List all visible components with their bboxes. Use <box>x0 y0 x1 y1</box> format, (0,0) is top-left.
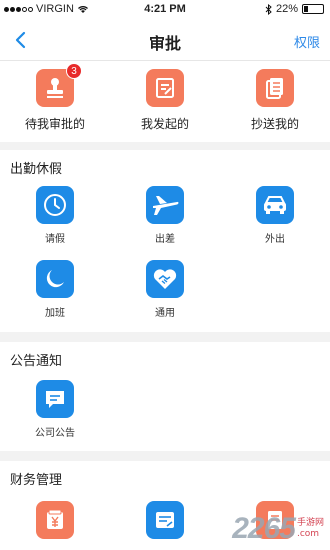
initiated-by-me-label: 我发起的 <box>140 117 189 131</box>
yuan-icon <box>47 509 63 529</box>
watermark-sub-line2: .com <box>296 529 320 539</box>
battery-percent: 22% <box>275 3 298 15</box>
go-out-label: 外出 <box>265 234 285 245</box>
document-icon <box>156 512 174 528</box>
finance-item-reimbursement[interactable] <box>15 501 95 539</box>
notice-section: 公告通知 公司公告 <box>0 342 330 451</box>
watermark-sub-line1: 手游网 <box>296 518 324 528</box>
status-bar: VIRGIN 4:21 PM 22% <box>0 0 330 20</box>
cc-to-me-item[interactable]: 抄送我的 <box>235 69 315 132</box>
cc-to-me-label: 抄送我的 <box>250 117 299 131</box>
leave-request-label: 请假 <box>45 234 65 245</box>
airplane-icon <box>153 196 179 215</box>
business-trip-item[interactable]: 出差 <box>125 186 205 245</box>
edit-document-icon <box>156 78 174 98</box>
pending-approval-item[interactable]: 3 待我审批的 <box>15 63 95 132</box>
section-title: 公告通知 <box>10 354 63 369</box>
stamp-icon <box>47 78 63 98</box>
navigation-bar: 审批 权限 <box>0 20 330 60</box>
initiated-by-me-item[interactable]: 我发起的 <box>125 69 205 132</box>
handshake-icon <box>153 269 177 289</box>
business-trip-label: 出差 <box>155 234 175 245</box>
general-item[interactable]: 通用 <box>125 260 205 319</box>
site-watermark: 2265 手游网 .com <box>232 512 324 546</box>
approval-shortcuts: 3 待我审批的 我发起的 抄送我的 <box>0 60 330 142</box>
overtime-label: 加班 <box>45 308 65 319</box>
car-icon <box>264 196 286 214</box>
copy-document-icon <box>266 78 283 99</box>
section-title: 财务管理 <box>10 473 63 488</box>
finance-item-document[interactable] <box>125 501 205 539</box>
leave-request-item[interactable]: 请假 <box>15 186 95 245</box>
watermark-logo: 2265 <box>232 512 296 545</box>
pending-count-badge: 3 <box>66 63 82 79</box>
company-notice-item[interactable]: 公司公告 <box>15 380 95 439</box>
clock-icon <box>44 194 66 216</box>
go-out-item[interactable]: 外出 <box>235 186 315 245</box>
permissions-button[interactable]: 权限 <box>294 32 320 51</box>
bluetooth-icon <box>265 3 272 15</box>
overtime-item[interactable]: 加班 <box>15 260 95 319</box>
section-title: 出勤休假 <box>10 162 63 177</box>
company-notice-label: 公司公告 <box>35 428 75 439</box>
page-title: 审批 <box>148 34 181 53</box>
general-label: 通用 <box>155 308 175 319</box>
attendance-section: 出勤休假 请假 出差 外出 加班 通用 <box>0 150 330 332</box>
pending-approval-label: 待我审批的 <box>24 117 85 131</box>
battery-icon <box>302 4 324 14</box>
message-icon <box>46 391 64 408</box>
moon-icon <box>46 270 64 288</box>
